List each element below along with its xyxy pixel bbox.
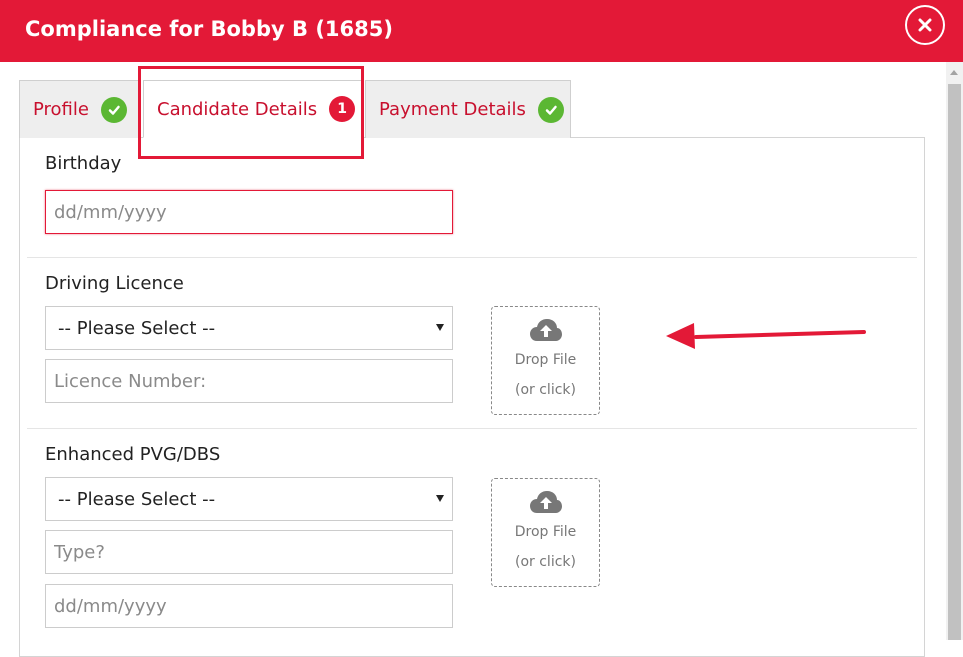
cloud-upload-icon: [530, 491, 562, 513]
birthday-label: Birthday: [45, 153, 122, 174]
select-value: -- Please Select --: [58, 488, 216, 510]
close-icon: [918, 18, 932, 32]
scrollbar-thumb[interactable]: [948, 84, 961, 640]
driving-licence-dropzone[interactable]: Drop File (or click): [491, 306, 600, 415]
dropzone-text: Drop File: [514, 352, 577, 368]
modal-header: Compliance for Bobby B (1685): [0, 0, 963, 62]
dropzone-subtext: (or click): [515, 554, 576, 570]
select-value: -- Please Select --: [58, 317, 216, 339]
incomplete-count-badge: 1: [329, 96, 356, 122]
caret-down-icon: [436, 324, 444, 331]
dropzone-text: Drop File: [514, 524, 577, 540]
driving-licence-label: Driving Licence: [45, 273, 184, 294]
section-divider: [27, 257, 917, 258]
tab-profile[interactable]: Profile: [19, 80, 140, 138]
modal-title: Compliance for Bobby B (1685): [25, 17, 393, 41]
birthday-input[interactable]: [45, 190, 453, 234]
close-button[interactable]: [905, 5, 945, 45]
tab-label: Payment Details: [379, 99, 526, 120]
pvg-dbs-label: Enhanced PVG/DBS: [45, 444, 221, 465]
pvg-date-input[interactable]: [45, 584, 453, 628]
check-icon: [100, 96, 127, 123]
tab-candidate-details[interactable]: Candidate Details 1: [143, 80, 363, 138]
check-icon: [537, 96, 564, 123]
licence-number-input[interactable]: [45, 359, 453, 403]
cloud-upload-icon: [530, 319, 562, 341]
left-arrow-icon: [666, 323, 866, 349]
pvg-dbs-select[interactable]: -- Please Select --: [45, 477, 453, 521]
tab-label: Candidate Details: [157, 98, 318, 120]
pvg-type-input[interactable]: [45, 530, 453, 574]
scroll-up-icon[interactable]: [950, 70, 958, 75]
tab-label: Profile: [33, 99, 89, 120]
section-divider: [27, 428, 917, 429]
driving-licence-select[interactable]: -- Please Select --: [45, 306, 453, 350]
tab-payment-details[interactable]: Payment Details: [365, 80, 571, 138]
dropzone-subtext: (or click): [515, 382, 576, 398]
pvg-dbs-dropzone[interactable]: Drop File (or click): [491, 478, 600, 587]
caret-down-icon: [436, 495, 444, 502]
